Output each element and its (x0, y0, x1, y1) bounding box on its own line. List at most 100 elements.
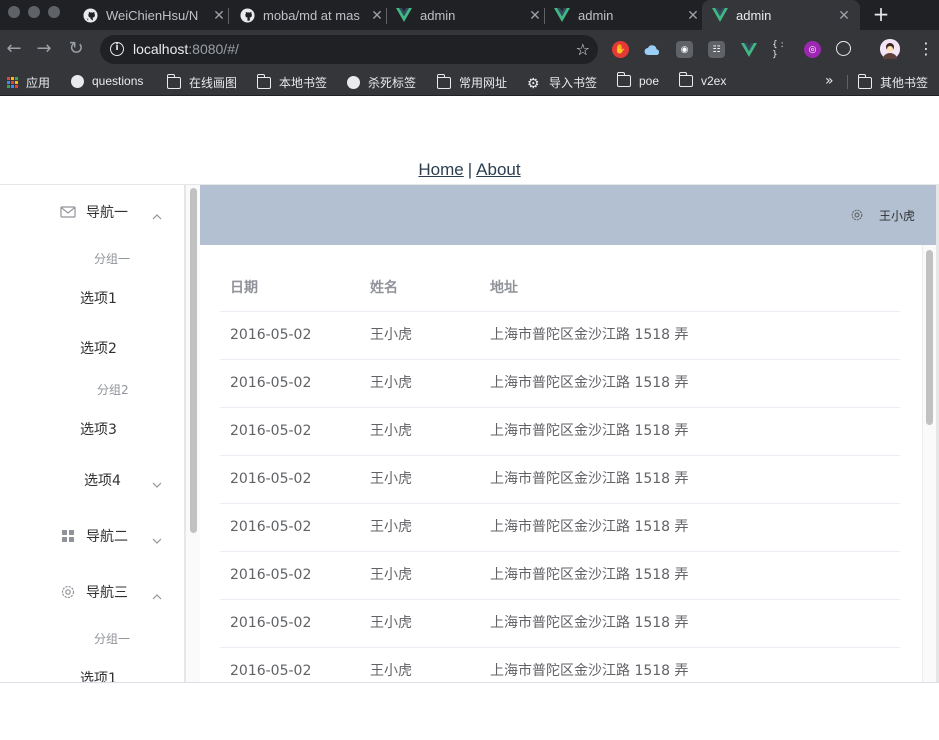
table-header: 日期 姓名 地址 (220, 265, 900, 312)
url-text[interactable]: localhost:8080/#/ (133, 41, 239, 57)
home-link[interactable]: Home (418, 160, 463, 179)
vue-icon (396, 7, 412, 23)
new-tab-button[interactable]: + (872, 4, 890, 24)
table-row[interactable]: 2016-05-02 王小虎 上海市普陀区金沙江路 1518 弄 (220, 360, 900, 408)
tab-title: admin (578, 7, 614, 23)
menu-item-option3[interactable]: 选项3 (80, 419, 117, 439)
submenu-nav1[interactable]: 导航一 (0, 192, 184, 232)
translate-extension-icon[interactable]: ☷ (708, 41, 725, 58)
cell-date: 2016-05-02 (230, 663, 312, 679)
cell-name: 王小虎 (370, 615, 412, 631)
menu-item-option1[interactable]: 选项1 (80, 288, 117, 308)
tab-close-icon[interactable]: ✕ (685, 7, 701, 24)
github-icon (82, 7, 98, 23)
table-row[interactable]: 2016-05-02 王小虎 上海市普陀区金沙江路 1518 弄 (220, 648, 900, 682)
cell-name: 王小虎 (370, 663, 412, 679)
bookmarks-bar: 应用 questions 在线画图 本地书签 杀死标签 常用网址 ⚙ 导入书签 … (0, 68, 939, 96)
submenu-nav3[interactable]: 导航三 (0, 572, 184, 612)
table-row[interactable]: 2016-05-02 王小虎 上海市普陀区金沙江路 1518 弄 (220, 456, 900, 504)
bookmark-label: poe (639, 74, 660, 88)
menu-grid-icon (60, 528, 76, 544)
bookmark-label: questions (92, 74, 144, 88)
reload-icon[interactable]: ↻ (66, 39, 86, 59)
chrome-menu-icon[interactable]: ⋮ (918, 41, 934, 57)
chevron-down-icon (152, 531, 162, 544)
bookmark-label: 应用 (26, 76, 51, 90)
address-bar[interactable]: i localhost:8080/#/ ☆ (100, 35, 598, 64)
cell-date: 2016-05-02 (230, 567, 312, 583)
bookmark-item[interactable]: questions (71, 74, 143, 88)
tab-divider (544, 8, 545, 24)
submenu-label: 选项4 (84, 473, 121, 489)
json-extension-icon[interactable]: { : } (772, 40, 789, 60)
window-minimize-button[interactable] (28, 6, 40, 18)
cell-address: 上海市普陀区金沙江路 1518 弄 (490, 327, 689, 343)
tab-close-icon[interactable]: ✕ (211, 7, 227, 24)
bookmark-item[interactable]: 在线画图 (166, 73, 237, 91)
vue-devtools-icon[interactable] (740, 41, 757, 58)
top-nav: Home | About (0, 160, 939, 180)
column-header-name[interactable]: 姓名 (370, 265, 398, 312)
submenu-label: 导航二 (86, 529, 128, 545)
bookmark-item[interactable]: poe (616, 72, 660, 88)
main-area: 王小虎 日期 姓名 地址 2016-05-02 王小虎 上海市普陀区金沙江路 1… (200, 185, 939, 682)
globe-icon (71, 74, 84, 88)
purple-extension-icon[interactable]: ◎ (804, 41, 821, 58)
cell-date: 2016-05-02 (230, 375, 312, 391)
tab-close-icon[interactable]: ✕ (369, 7, 385, 24)
menu-item-option2[interactable]: 选项2 (80, 338, 117, 358)
cloud-extension-icon[interactable] (644, 41, 661, 58)
sidebar-scrollbar-thumb[interactable] (190, 188, 197, 533)
about-link[interactable]: About (476, 160, 520, 179)
bookmark-item[interactable]: 常用网址 (436, 73, 507, 91)
bookmark-item[interactable]: ⚙ 导入书签 (527, 74, 597, 91)
forward-arrow-icon[interactable]: → (34, 39, 54, 59)
menu-item-nav3-option1[interactable]: 选项1 (80, 668, 117, 682)
sidebar-scrollbar[interactable] (185, 185, 200, 682)
adblock-extension-icon[interactable]: ✋ (612, 41, 629, 58)
reader-extension-icon[interactable]: ◉ (676, 41, 693, 58)
browser-tab[interactable]: admin ✕ (546, 0, 701, 30)
avatar[interactable] (880, 39, 900, 59)
browser-tab[interactable]: WeiChienHsu/N ✕ (72, 0, 227, 30)
submenu-nav2[interactable]: 导航二 (0, 516, 184, 556)
table-row[interactable]: 2016-05-02 王小虎 上海市普陀区金沙江路 1518 弄 (220, 504, 900, 552)
table-row[interactable]: 2016-05-02 王小虎 上海市普陀区金沙江路 1518 弄 (220, 552, 900, 600)
browser-tab-active[interactable]: admin ✕ (702, 0, 860, 30)
table-row[interactable]: 2016-05-02 王小虎 上海市普陀区金沙江路 1518 弄 (220, 408, 900, 456)
tab-close-icon[interactable]: ✕ (836, 7, 852, 24)
sidebar-menu: 导航一 分组一 选项1 选项2 分组2 选项3 选项4 导航二 导航三 分组一 … (0, 185, 185, 682)
table-row[interactable]: 2016-05-02 王小虎 上海市普陀区金沙江路 1518 弄 (220, 600, 900, 648)
folder-icon (436, 73, 451, 89)
bookmark-item[interactable]: v2ex (678, 72, 726, 88)
browser-toolbar: ← → ↻ i localhost:8080/#/ ☆ ✋ ◉ ☷ { : } … (0, 30, 939, 68)
back-arrow-icon[interactable]: ← (4, 39, 24, 59)
bookmark-item[interactable]: 杀死标签 (347, 74, 416, 91)
column-header-address[interactable]: 地址 (490, 265, 518, 312)
bookmark-label: 导入书签 (549, 76, 598, 90)
cell-address: 上海市普陀区金沙江路 1518 弄 (490, 663, 689, 679)
info-icon[interactable]: i (110, 42, 124, 56)
cell-address: 上海市普陀区金沙江路 1518 弄 (490, 471, 689, 487)
tab-close-icon[interactable]: ✕ (527, 7, 543, 24)
bookmark-star-icon[interactable]: ☆ (576, 40, 590, 59)
bookmark-item[interactable]: 本地书签 (256, 73, 327, 91)
submenu-option4[interactable]: 选项4 (0, 460, 184, 500)
window-close-button[interactable] (8, 6, 20, 18)
cell-address: 上海市普陀区金沙江路 1518 弄 (490, 615, 689, 631)
bookmark-item[interactable]: 应用 (7, 74, 50, 91)
browser-tab[interactable]: moba/md at mas ✕ (229, 0, 385, 30)
mouse-extension-icon[interactable] (836, 41, 851, 56)
cell-date: 2016-05-02 (230, 423, 312, 439)
other-bookmarks-item[interactable]: 其他书签 (857, 73, 928, 91)
table-row[interactable]: 2016-05-02 王小虎 上海市普陀区金沙江路 1518 弄 (220, 312, 900, 360)
browser-tab[interactable]: admin ✕ (388, 0, 543, 30)
folder-icon (678, 72, 693, 87)
content-scrollbar-thumb[interactable] (926, 250, 933, 425)
column-header-date[interactable]: 日期 (230, 265, 258, 312)
content-scrollbar[interactable] (922, 245, 936, 682)
setting-icon[interactable] (850, 207, 864, 221)
more-bookmarks-button[interactable]: » (825, 73, 834, 89)
window-zoom-button[interactable] (48, 6, 60, 18)
header-username[interactable]: 王小虎 (879, 207, 915, 224)
